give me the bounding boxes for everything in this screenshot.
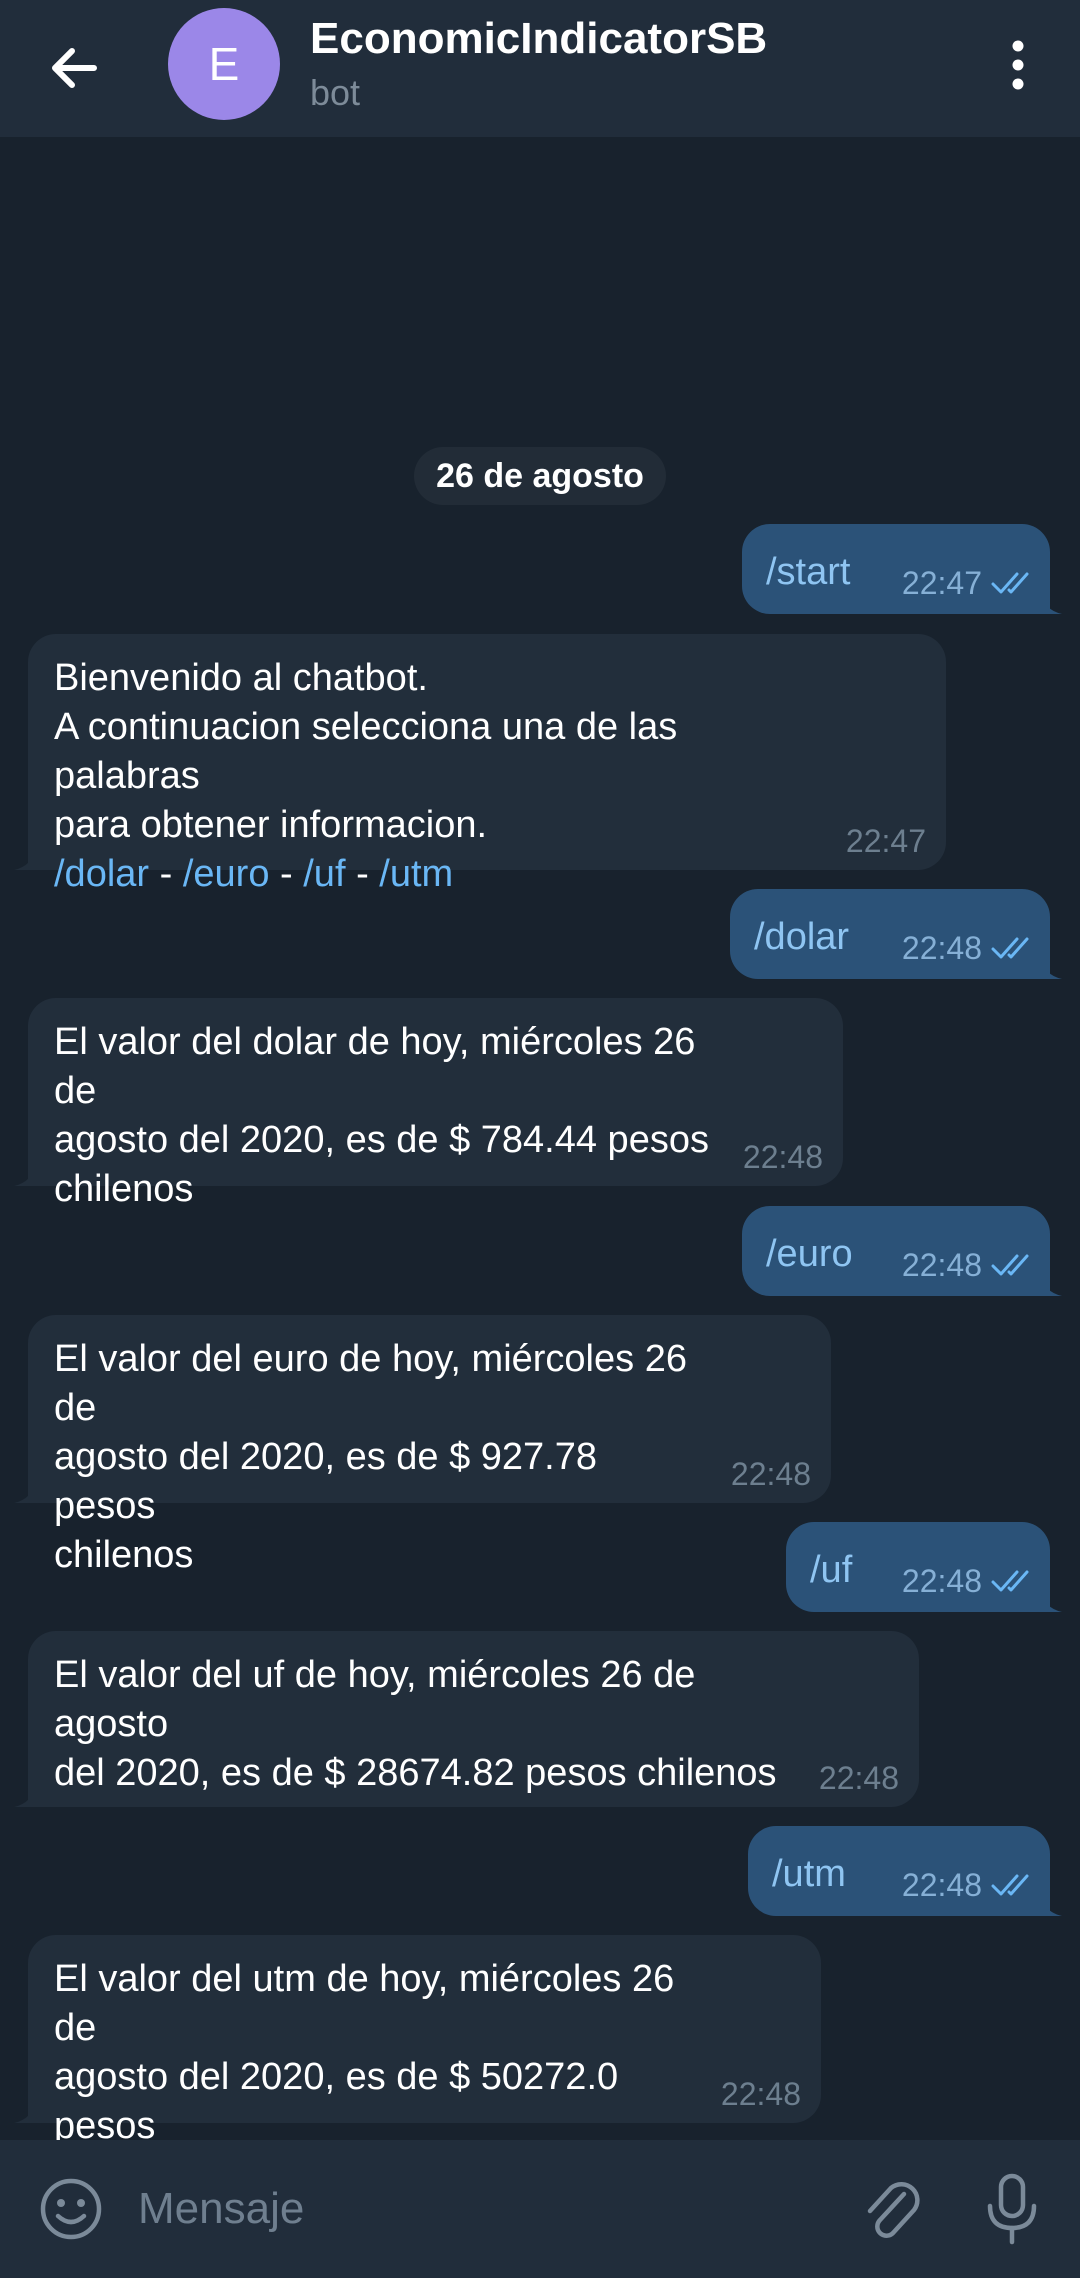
- double-check-icon: [991, 1254, 1029, 1276]
- message-text: /dolar: [754, 916, 850, 958]
- bubble-tail: [14, 2101, 36, 2123]
- double-check-icon: [991, 1570, 1029, 1592]
- message-text: /utm: [772, 1853, 846, 1895]
- message-line: chilenos: [54, 1534, 194, 1576]
- bubble-tail: [14, 1481, 36, 1503]
- back-button[interactable]: [44, 38, 104, 98]
- message-line: agosto del 2020, es de $ 50272.0 pesos: [54, 2056, 619, 2147]
- message-line: agosto del 2020, es de $ 784.44 pesos: [54, 1119, 709, 1161]
- emoji-button[interactable]: [38, 2176, 104, 2242]
- bubble-tail: [14, 848, 36, 870]
- message-meta: 22:48: [902, 1564, 1038, 1598]
- message-text: /start: [766, 551, 851, 593]
- message-line: del 2020, es de $ 28674.82 pesos chileno…: [54, 1752, 777, 1794]
- message-line: para obtener informacion.: [54, 804, 488, 846]
- command-separator: -: [356, 853, 369, 895]
- message-text: /uf: [810, 1549, 853, 1591]
- message-time: 22:48: [901, 1247, 982, 1283]
- message-time: 22:48: [730, 1456, 811, 1492]
- command-link-euro[interactable]: /euro: [183, 853, 270, 895]
- message-meta: 22:47: [902, 566, 1038, 600]
- message-input[interactable]: [138, 2176, 818, 2242]
- bubble-tail: [1040, 1894, 1062, 1916]
- microphone-icon: [987, 2173, 1037, 2245]
- date-separator: 26 de agosto: [414, 447, 666, 505]
- command-link-utm[interactable]: /utm: [379, 853, 453, 895]
- outgoing-message[interactable]: /dolar 22:48: [730, 889, 1050, 979]
- command-separator: -: [280, 853, 293, 895]
- incoming-message[interactable]: El valor del utm de hoy, miércoles 26 de…: [28, 1935, 821, 2196]
- attach-button[interactable]: [858, 2172, 924, 2246]
- incoming-message[interactable]: El valor del dolar de hoy, miércoles 26 …: [28, 998, 843, 1210]
- bubble-tail: [14, 1785, 36, 1807]
- message-line: El valor del uf de hoy, miércoles 26 de …: [54, 1654, 696, 1745]
- double-check-icon: [991, 572, 1029, 594]
- message-time: 22:48: [818, 1760, 899, 1796]
- command-separator: -: [159, 853, 173, 895]
- outgoing-message[interactable]: /start 22:47: [742, 524, 1050, 614]
- message-line: agosto del 2020, es de $ 927.78 pesos: [54, 1436, 598, 1527]
- bubble-tail: [1040, 957, 1062, 979]
- message-meta: 22:48: [902, 1868, 1038, 1902]
- message-time: 22:48: [901, 1563, 982, 1599]
- message-line: chilenos: [54, 1168, 194, 1210]
- outgoing-message[interactable]: /utm 22:48: [748, 1826, 1050, 1916]
- bubble-tail: [1040, 1590, 1062, 1612]
- bubble-tail: [1040, 592, 1062, 614]
- microphone-button[interactable]: [982, 2172, 1042, 2246]
- message-meta: 22:48: [902, 931, 1038, 965]
- avatar[interactable]: E: [168, 8, 280, 120]
- message-time: 22:48: [901, 1867, 982, 1903]
- double-check-icon: [991, 1874, 1029, 1896]
- arrow-left-icon: [52, 48, 97, 88]
- message-line: Bienvenido al chatbot.: [54, 657, 428, 699]
- message-time: 22:47: [901, 565, 982, 601]
- command-link-dolar[interactable]: /dolar: [54, 853, 149, 895]
- command-links: /dolar - /euro - /uf - /utm: [54, 850, 816, 899]
- command-link-uf[interactable]: /uf: [303, 853, 345, 895]
- message-time: 22:48: [742, 1139, 823, 1175]
- emoji-icon: [40, 2178, 102, 2240]
- incoming-message[interactable]: Bienvenido al chatbot. A continuacion se…: [28, 634, 946, 895]
- incoming-message[interactable]: El valor del uf de hoy, miércoles 26 de …: [28, 1631, 919, 1807]
- incoming-message[interactable]: El valor del euro de hoy, miércoles 26 d…: [28, 1315, 831, 1576]
- outgoing-message[interactable]: /euro 22:48: [742, 1206, 1050, 1296]
- message-time: 22:48: [901, 930, 982, 966]
- more-vertical-icon: [1012, 40, 1024, 90]
- message-time: 22:47: [845, 823, 926, 859]
- message-line: El valor del utm de hoy, miércoles 26 de: [54, 1958, 675, 2049]
- bubble-tail: [1040, 1274, 1062, 1296]
- chat-header: E EconomicIndicatorSB bot: [0, 0, 1080, 137]
- message-meta: 22:48: [902, 1248, 1038, 1282]
- message-line: El valor del euro de hoy, miércoles 26 d…: [54, 1338, 687, 1429]
- message-time: 22:48: [720, 2076, 801, 2112]
- double-check-icon: [991, 937, 1029, 959]
- message-composer: [0, 2140, 1080, 2278]
- chat-title[interactable]: EconomicIndicatorSB: [310, 14, 767, 64]
- bubble-tail: [14, 1164, 36, 1186]
- message-line: A continuacion selecciona una de las pal…: [54, 706, 678, 797]
- message-line: El valor del dolar de hoy, miércoles 26 …: [54, 1021, 696, 1112]
- paperclip-icon: [867, 2181, 920, 2238]
- more-menu-button[interactable]: [1000, 38, 1036, 94]
- message-text: /euro: [766, 1233, 853, 1275]
- outgoing-message[interactable]: /uf 22:48: [786, 1522, 1050, 1612]
- chat-subtitle: bot: [310, 72, 361, 113]
